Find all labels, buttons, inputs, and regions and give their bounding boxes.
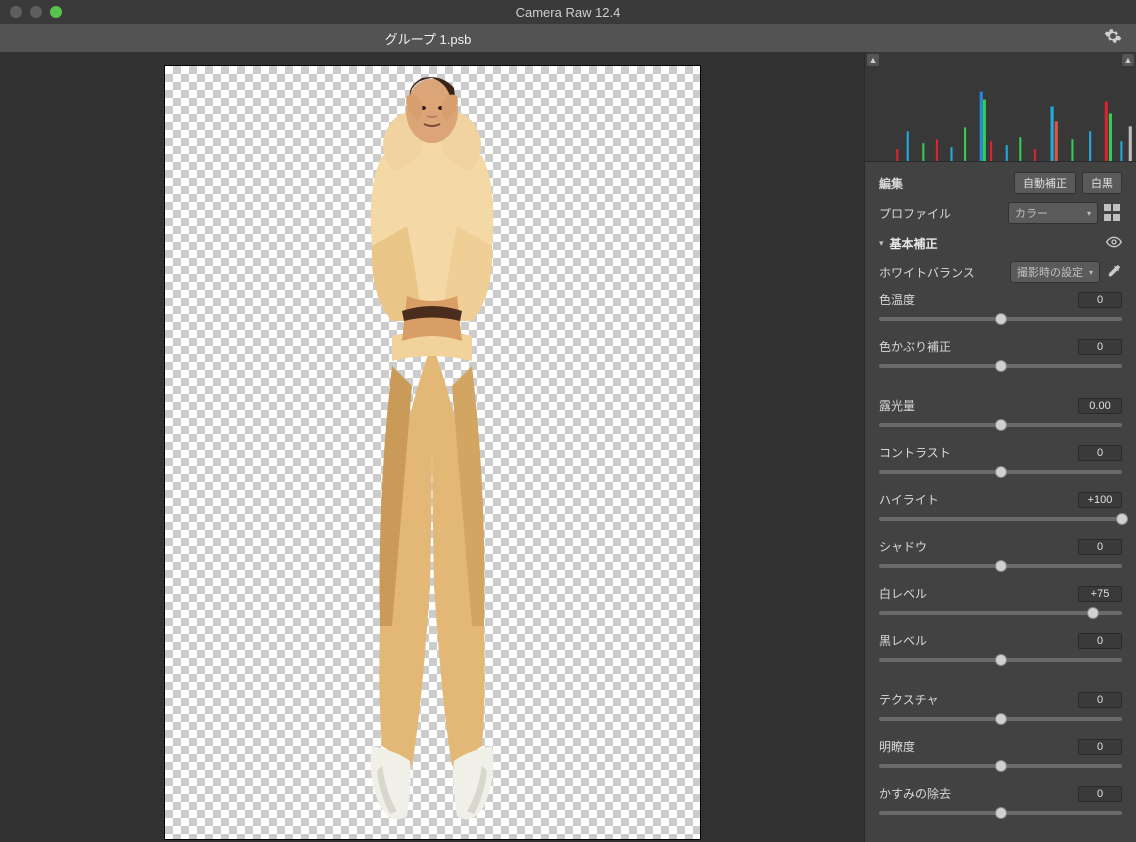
clarity-thumb[interactable]: [995, 760, 1007, 772]
profile-select[interactable]: カラー ▾: [1008, 202, 1098, 224]
blacks-value-input[interactable]: [1078, 633, 1122, 649]
highlight-clip-warning-icon[interactable]: ▲: [1122, 54, 1134, 66]
texture-label: テクスチャ: [879, 691, 939, 708]
document-canvas[interactable]: [165, 66, 700, 839]
document-filename: グループ 1.psb: [0, 29, 856, 48]
edit-sidebar: ▲ ▲: [864, 52, 1136, 842]
highlights-label: ハイライト: [879, 491, 939, 508]
white-balance-value: 撮影時の設定: [1017, 264, 1083, 280]
canvas-area[interactable]: [0, 52, 864, 842]
contrast-thumb[interactable]: [995, 466, 1007, 478]
highlights-track[interactable]: [879, 510, 1122, 528]
blacks-thumb[interactable]: [995, 654, 1007, 666]
exposure-slider: 露光量: [879, 397, 1122, 434]
profile-select-value: カラー: [1015, 205, 1048, 221]
texture-slider: テクスチャ: [879, 691, 1122, 728]
edit-panel-title: 編集: [879, 175, 1008, 192]
tint-thumb[interactable]: [995, 360, 1007, 372]
texture-track[interactable]: [879, 710, 1122, 728]
contrast-track[interactable]: [879, 463, 1122, 481]
profile-label: プロファイル: [879, 205, 1002, 222]
bw-button[interactable]: 白黒: [1082, 172, 1122, 194]
chevron-down-icon: ▾: [1089, 268, 1093, 277]
blacks-slider: 黒レベル: [879, 632, 1122, 669]
dehaze-slider: かすみの除去: [879, 785, 1122, 822]
profile-browser-icon[interactable]: [1104, 204, 1122, 222]
exposure-value-input[interactable]: [1078, 398, 1122, 414]
whites-label: 白レベル: [879, 585, 927, 602]
document-bar: グループ 1.psb: [0, 24, 1136, 52]
clarity-slider: 明瞭度: [879, 738, 1122, 775]
highlights-slider: ハイライト: [879, 491, 1122, 528]
highlights-value-input[interactable]: [1078, 492, 1122, 508]
chevron-down-icon[interactable]: ▾: [879, 238, 884, 249]
white-balance-label: ホワイトバランス: [879, 264, 1004, 281]
exposure-thumb[interactable]: [995, 419, 1007, 431]
white-balance-select[interactable]: 撮影時の設定 ▾: [1010, 261, 1100, 283]
whites-slider: 白レベル: [879, 585, 1122, 622]
dehaze-track[interactable]: [879, 804, 1122, 822]
temperature-value-input[interactable]: [1078, 292, 1122, 308]
title-bar: Camera Raw 12.4: [0, 0, 1136, 24]
histogram[interactable]: ▲ ▲: [865, 52, 1136, 162]
highlights-thumb[interactable]: [1116, 513, 1128, 525]
shadows-thumb[interactable]: [995, 560, 1007, 572]
temperature-thumb[interactable]: [995, 313, 1007, 325]
dehaze-thumb[interactable]: [995, 807, 1007, 819]
tint-track[interactable]: [879, 357, 1122, 375]
texture-value-input[interactable]: [1078, 692, 1122, 708]
basic-section-title: 基本補正: [890, 235, 1100, 252]
tint-label: 色かぶり補正: [879, 338, 951, 355]
temperature-slider: 色温度: [879, 291, 1122, 328]
clarity-value-input[interactable]: [1078, 739, 1122, 755]
whites-track[interactable]: [879, 604, 1122, 622]
dehaze-label: かすみの除去: [879, 785, 951, 802]
settings-gear-icon[interactable]: [1104, 27, 1122, 50]
auto-adjust-button[interactable]: 自動補正: [1014, 172, 1076, 194]
tint-value-input[interactable]: [1078, 339, 1122, 355]
shadows-label: シャドウ: [879, 538, 927, 555]
image-content: [272, 66, 592, 826]
shadows-value-input[interactable]: [1078, 539, 1122, 555]
app-title: Camera Raw 12.4: [0, 5, 1136, 20]
shadow-clip-warning-icon[interactable]: ▲: [867, 54, 879, 66]
clarity-label: 明瞭度: [879, 738, 915, 755]
contrast-label: コントラスト: [879, 444, 951, 461]
blacks-label: 黒レベル: [879, 632, 927, 649]
dehaze-value-input[interactable]: [1078, 786, 1122, 802]
whites-thumb[interactable]: [1087, 607, 1099, 619]
texture-thumb[interactable]: [995, 713, 1007, 725]
shadows-track[interactable]: [879, 557, 1122, 575]
shadows-slider: シャドウ: [879, 538, 1122, 575]
chevron-down-icon: ▾: [1087, 209, 1091, 218]
exposure-label: 露光量: [879, 397, 915, 414]
whites-value-input[interactable]: [1078, 586, 1122, 602]
blacks-track[interactable]: [879, 651, 1122, 669]
contrast-value-input[interactable]: [1078, 445, 1122, 461]
temperature-label: 色温度: [879, 291, 915, 308]
temperature-track[interactable]: [879, 310, 1122, 328]
eyedropper-icon[interactable]: [1106, 263, 1122, 282]
exposure-track[interactable]: [879, 416, 1122, 434]
visibility-eye-icon[interactable]: [1106, 234, 1122, 253]
tint-slider: 色かぶり補正: [879, 338, 1122, 375]
clarity-track[interactable]: [879, 757, 1122, 775]
contrast-slider: コントラスト: [879, 444, 1122, 481]
